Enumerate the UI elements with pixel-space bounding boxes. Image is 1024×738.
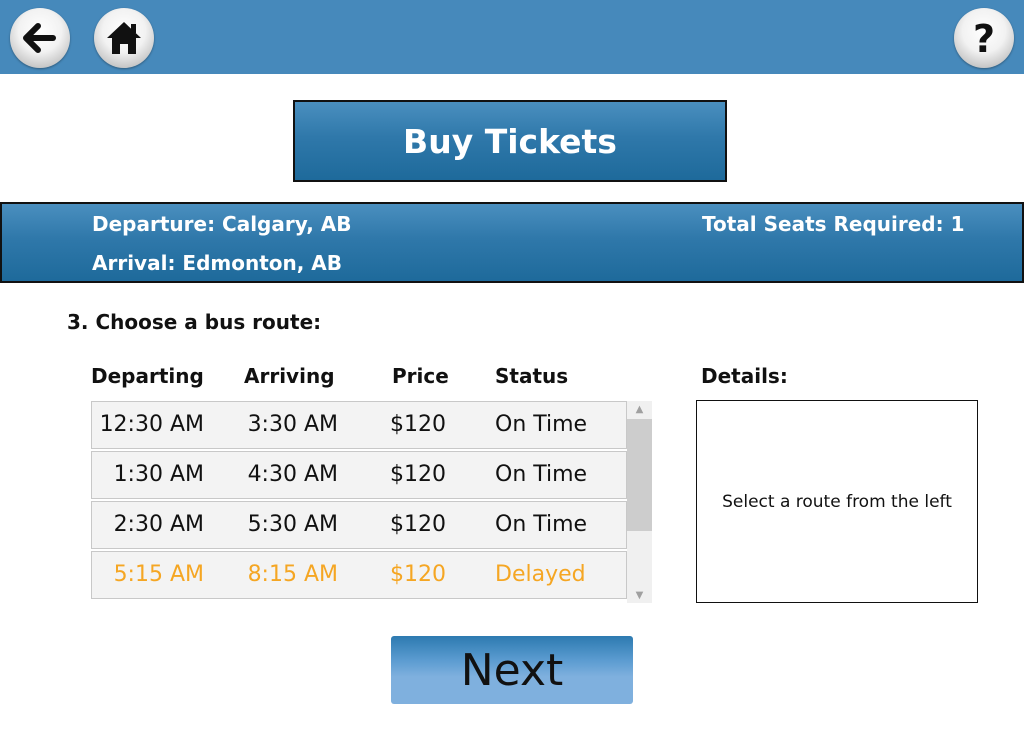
help-button[interactable]: ?	[954, 8, 1014, 68]
route-departing: 12:30 AM	[99, 412, 204, 437]
route-departing: 1:30 AM	[113, 462, 204, 487]
route-arriving: 3:30 AM	[247, 412, 338, 437]
route-row[interactable]: 2:30 AM 5:30 AM $120 On Time	[91, 501, 627, 549]
route-price: $120	[390, 462, 446, 487]
column-header-status: Status	[495, 364, 569, 388]
scroll-down-arrow-icon[interactable]: ▼	[627, 587, 652, 603]
column-header-arriving: Arriving	[244, 364, 335, 388]
home-button[interactable]	[94, 8, 154, 68]
route-price: $120	[390, 412, 446, 437]
home-icon	[107, 22, 141, 54]
step-heading: 3. Choose a bus route:	[67, 310, 322, 334]
route-row-delayed[interactable]: 5:15 AM 8:15 AM $120 Delayed	[91, 551, 627, 599]
trip-info-band: Departure: Calgary, AB Arrival: Edmonton…	[0, 202, 1024, 283]
route-list-scrollbar[interactable]: ▲ ▼	[627, 401, 652, 603]
scroll-up-arrow-icon[interactable]: ▲	[627, 401, 652, 417]
help-icon: ?	[972, 17, 996, 61]
route-list: 12:30 AM 3:30 AM $120 On Time 1:30 AM 4:…	[91, 401, 627, 603]
route-row[interactable]: 1:30 AM 4:30 AM $120 On Time	[91, 451, 627, 499]
route-arriving: 8:15 AM	[247, 562, 338, 587]
departure-info: Departure: Calgary, AB	[92, 212, 352, 236]
scrollbar-thumb[interactable]	[627, 419, 652, 531]
route-departing: 5:15 AM	[113, 562, 204, 587]
details-placeholder: Select a route from the left	[722, 491, 952, 512]
buy-tickets-screen: ? Buy Tickets Departure: Calgary, AB Arr…	[0, 0, 1024, 738]
page-title-banner: Buy Tickets	[293, 100, 727, 182]
route-row[interactable]: 12:30 AM 3:30 AM $120 On Time	[91, 401, 627, 449]
back-button[interactable]	[10, 8, 70, 68]
seats-required-info: Total Seats Required: 1	[702, 212, 965, 236]
page-title: Buy Tickets	[403, 121, 617, 161]
next-button[interactable]: Next	[391, 636, 633, 704]
details-heading: Details:	[701, 364, 788, 388]
route-status: On Time	[495, 412, 588, 437]
next-button-label: Next	[460, 644, 564, 696]
details-panel: Select a route from the left	[696, 400, 978, 603]
column-header-departing: Departing	[91, 364, 204, 388]
arrow-left-icon	[23, 23, 56, 53]
route-price: $120	[390, 512, 446, 537]
route-status: On Time	[495, 512, 588, 537]
column-header-price: Price	[392, 364, 449, 388]
route-arriving: 4:30 AM	[247, 462, 338, 487]
top-bar: ?	[0, 0, 1024, 74]
route-price: $120	[390, 562, 446, 587]
route-status: Delayed	[495, 562, 586, 587]
arrival-info: Arrival: Edmonton, AB	[92, 251, 343, 275]
route-status: On Time	[495, 462, 588, 487]
route-arriving: 5:30 AM	[247, 512, 338, 537]
route-departing: 2:30 AM	[113, 512, 204, 537]
